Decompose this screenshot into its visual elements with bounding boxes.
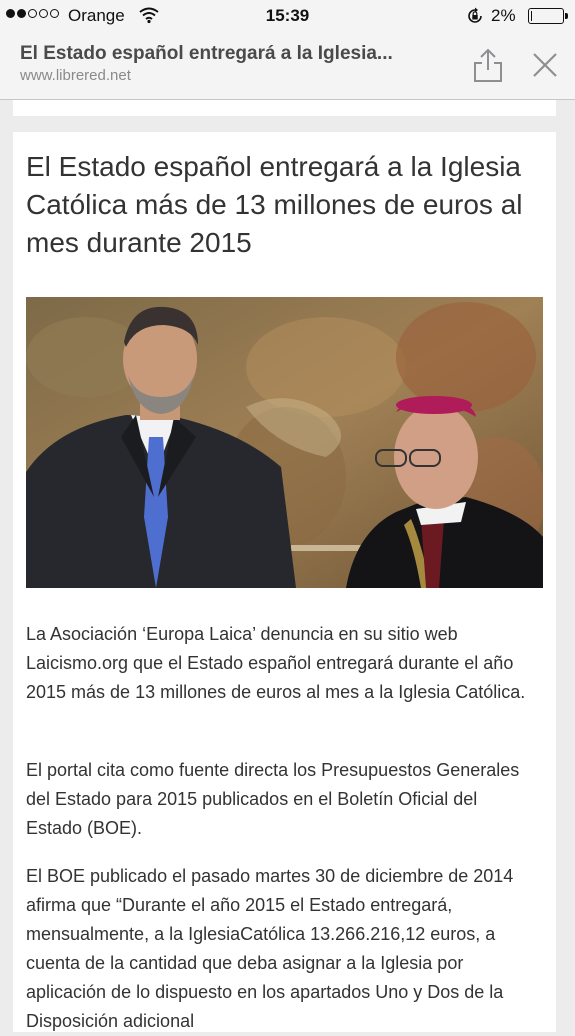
article-paragraph: El portal cita como fuente directa los P… bbox=[26, 760, 520, 838]
previous-card-edge bbox=[13, 100, 556, 116]
battery-percentage: 2% bbox=[491, 6, 516, 25]
status-bar: Orange 15:39 2% bbox=[0, 0, 575, 32]
page-title[interactable]: El Estado español entregará a la Iglesia… bbox=[20, 43, 450, 65]
share-icon bbox=[474, 48, 502, 82]
browser-address-bar: El Estado español entregará a la Iglesia… bbox=[0, 32, 575, 100]
close-icon bbox=[533, 53, 557, 77]
article-paragraph: La Asociación ‘Europa Laica’ denuncia en… bbox=[26, 624, 526, 702]
status-time: 15:39 bbox=[265, 6, 310, 25]
page-domain[interactable]: www.librered.net bbox=[20, 67, 131, 84]
close-button[interactable] bbox=[530, 50, 560, 80]
article-photo[interactable] bbox=[26, 297, 543, 588]
share-button[interactable] bbox=[470, 46, 506, 84]
rotation-lock-icon bbox=[465, 6, 485, 31]
battery-level bbox=[531, 11, 532, 21]
battery-icon bbox=[528, 8, 568, 24]
article-paragraph: El BOE publicado el pasado martes 30 de … bbox=[26, 866, 514, 1031]
article-headline: El Estado español entregará a la Iglesia… bbox=[26, 151, 523, 258]
